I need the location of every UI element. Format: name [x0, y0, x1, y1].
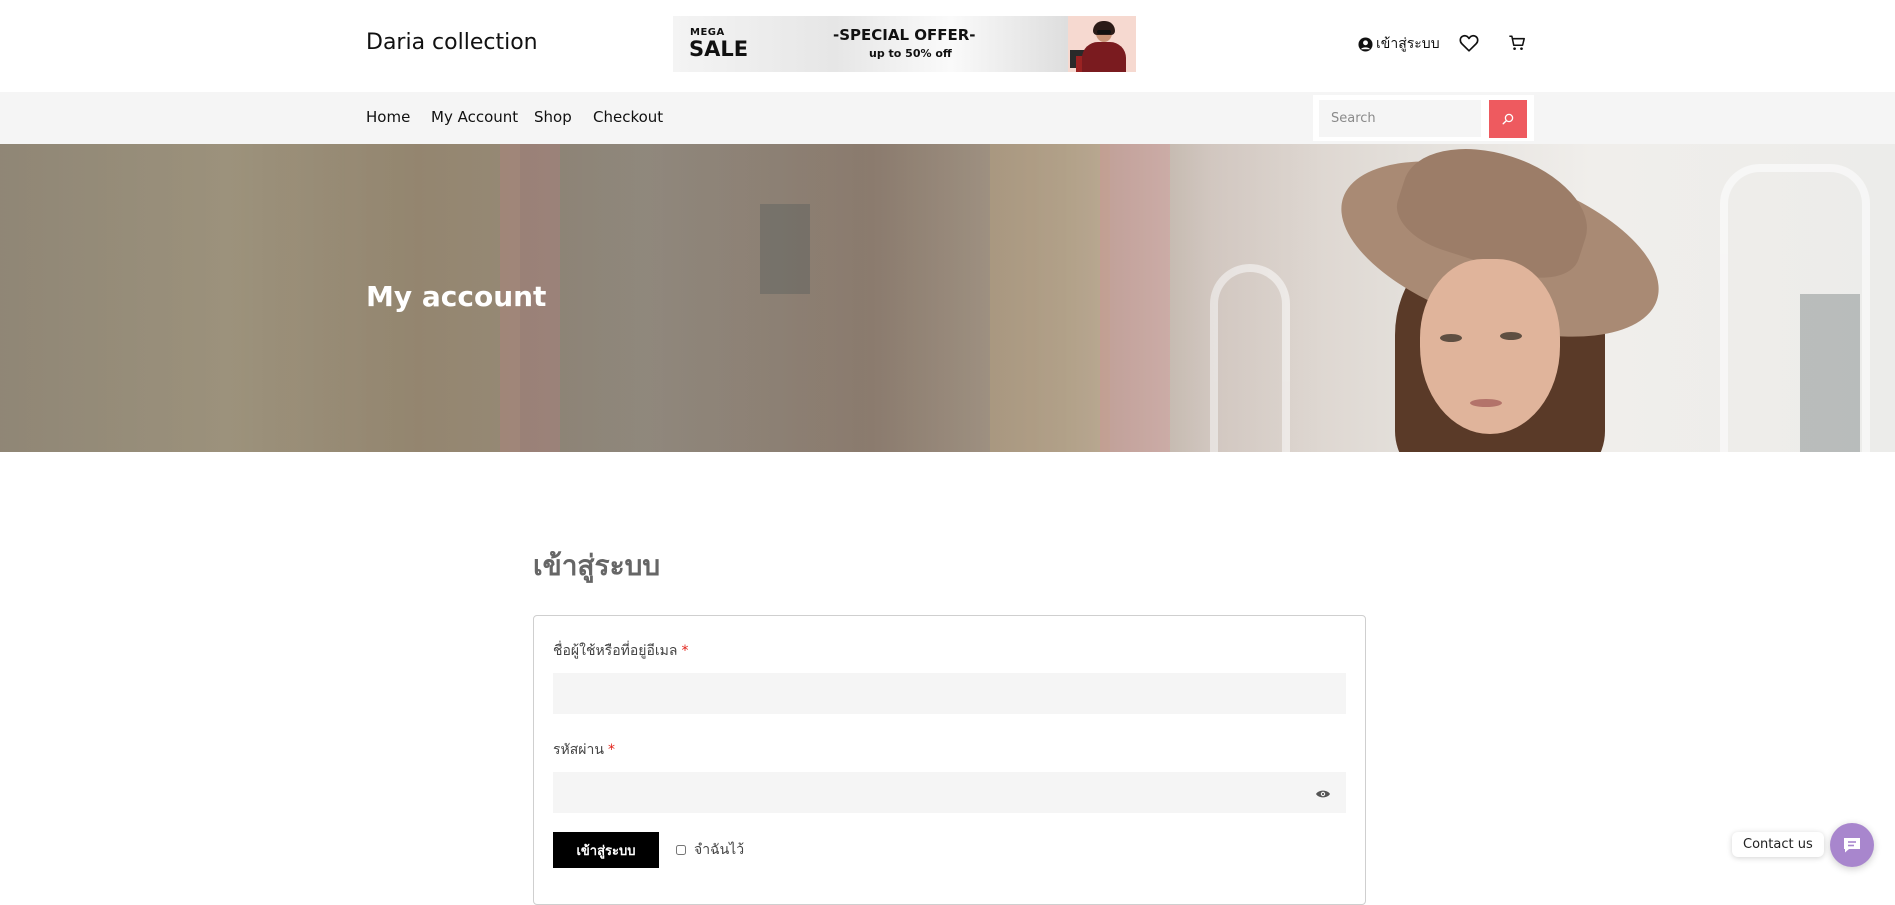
search-icon [1502, 113, 1514, 125]
show-password-icon[interactable] [1315, 788, 1331, 800]
contact-us-label[interactable]: Contact us [1732, 832, 1824, 857]
username-field[interactable] [553, 673, 1346, 714]
search-bar [1313, 95, 1534, 141]
chat-icon [1844, 838, 1860, 853]
password-field[interactable] [553, 772, 1346, 813]
nav-item-shop[interactable]: Shop [534, 108, 572, 126]
main-nav: Home My Account Shop Checkout [0, 92, 1895, 144]
promo-discount-text: up to 50% off [869, 47, 952, 60]
required-marker: * [607, 742, 615, 758]
site-header: Daria collection MEGA SALE -SPECIAL OFFE… [0, 0, 1895, 92]
site-logo[interactable]: Daria collection [366, 30, 538, 55]
hero-banner: My account [0, 144, 1895, 452]
required-marker: * [681, 643, 689, 659]
promo-sale-text: SALE [689, 37, 749, 61]
remember-me-checkbox[interactable] [676, 845, 686, 855]
page-title: My account [366, 280, 547, 313]
search-input[interactable] [1319, 100, 1481, 137]
contact-us-button[interactable] [1830, 823, 1874, 867]
promo-model-image [1068, 16, 1136, 72]
user-icon [1358, 36, 1373, 52]
login-form: ชื่อผู้ใช้หรือที่อยู่อีเมล * รหัสผ่าน * เข… [533, 615, 1366, 905]
search-button[interactable] [1489, 100, 1527, 138]
nav-item-my-account[interactable]: My Account [431, 108, 518, 126]
cart-icon[interactable] [1508, 34, 1526, 52]
password-label: รหัสผ่าน * [553, 742, 615, 758]
username-label: ชื่อผู้ใช้หรือที่อยู่อีเมล * [553, 643, 689, 659]
remember-me-label: จำฉันไว้ [694, 842, 745, 858]
promo-offer-text: -SPECIAL OFFER- [833, 26, 976, 44]
nav-item-home[interactable]: Home [366, 108, 410, 126]
header-login-label: เข้าสู่ระบบ [1376, 36, 1440, 52]
remember-me[interactable]: จำฉันไว้ [676, 839, 744, 861]
login-submit-button[interactable]: เข้าสู่ระบบ [553, 832, 659, 868]
header-login-link[interactable]: เข้าสู่ระบบ [1358, 33, 1440, 55]
promo-banner[interactable]: MEGA SALE -SPECIAL OFFER- up to 50% off [673, 16, 1136, 72]
login-heading: เข้าสู่ระบบ [533, 549, 661, 582]
nav-item-checkout[interactable]: Checkout [593, 108, 663, 126]
heart-icon[interactable] [1458, 32, 1480, 54]
